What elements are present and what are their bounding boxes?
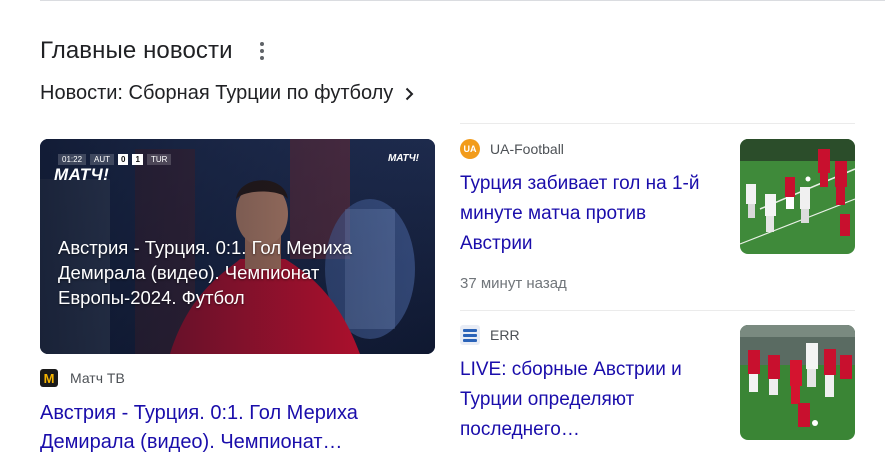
thumbnail-image: [740, 325, 855, 440]
story-thumbnail[interactable]: [740, 325, 855, 440]
topic-label: Новости: Сборная Турции по футболу: [40, 82, 394, 104]
story-source: UA UA-Football: [460, 139, 564, 159]
main-story-source: M Матч ТВ: [40, 369, 125, 387]
score-value2: 1: [132, 154, 143, 165]
scorebar: 01:22 AUT 0 1 TUR: [58, 154, 172, 165]
top-divider: [40, 0, 885, 1]
section-title: Главные новости: [40, 37, 233, 64]
story-time: 37 минут назад: [460, 275, 567, 292]
divider: [460, 123, 855, 124]
topic-link[interactable]: Новости: Сборная Турции по футболу: [40, 82, 417, 105]
story-headline[interactable]: Турция забивает гол на 1-й минуте матча …: [460, 169, 715, 259]
main-story-headline[interactable]: Австрия - Турция. 0:1. Гол Мериха Демира…: [40, 399, 435, 457]
section-header: Главные новости: [40, 36, 271, 66]
chevron-right-icon: [406, 87, 414, 100]
source-name: ERR: [490, 327, 520, 343]
thumbnail-image: [740, 139, 855, 254]
ua-football-favicon-icon: UA: [460, 139, 480, 159]
matchtv-favicon-icon: M: [40, 369, 58, 387]
brand-logo-small: МАТЧ!: [387, 153, 419, 164]
story-thumbnail[interactable]: [740, 139, 855, 254]
more-vert-icon[interactable]: [253, 39, 271, 63]
err-favicon-icon: [460, 325, 480, 345]
story-source: ERR: [460, 325, 520, 345]
score-team1: AUT: [90, 154, 115, 165]
divider: [460, 310, 855, 311]
thumbnail-caption: Австрия - Турция. 0:1. Гол Мериха Демира…: [58, 237, 353, 308]
brand-logo: МАТЧ!: [54, 165, 110, 184]
score-time: 01:22: [58, 154, 87, 165]
source-name: Матч ТВ: [70, 370, 125, 386]
source-name: UA-Football: [490, 141, 564, 157]
main-story-thumbnail[interactable]: 01:22 AUT 0 1 TUR МАТЧ! МАТЧ! Австрия - …: [40, 139, 435, 354]
story-headline[interactable]: LIVE: сборные Австрии и Турции определяю…: [460, 355, 715, 445]
score-team2: TUR: [146, 154, 172, 165]
score-value1: 0: [118, 154, 129, 165]
